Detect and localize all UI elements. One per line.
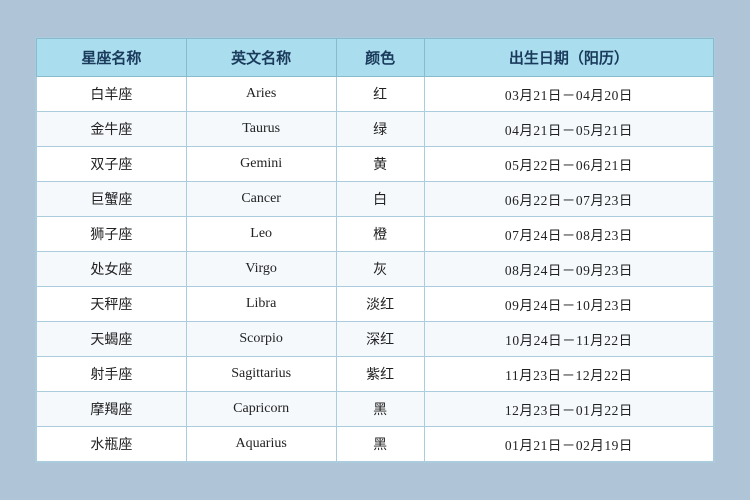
table-row: 双子座Gemini黄05月22日－06月21日 bbox=[37, 147, 714, 182]
table-row: 天蝎座Scorpio深红10月24日－11月22日 bbox=[37, 322, 714, 357]
cell-date: 06月22日－07月23日 bbox=[424, 182, 713, 217]
zodiac-table: 星座名称 英文名称 颜色 出生日期（阳历） 白羊座Aries红03月21日－04… bbox=[36, 38, 714, 462]
cell-chinese-name: 金牛座 bbox=[37, 112, 187, 147]
cell-english-name: Capricorn bbox=[186, 392, 336, 427]
cell-color: 黑 bbox=[336, 392, 424, 427]
cell-date: 07月24日－08月23日 bbox=[424, 217, 713, 252]
table-row: 天秤座Libra淡红09月24日－10月23日 bbox=[37, 287, 714, 322]
table-row: 摩羯座Capricorn黑12月23日－01月22日 bbox=[37, 392, 714, 427]
table-row: 金牛座Taurus绿04月21日－05月21日 bbox=[37, 112, 714, 147]
cell-color: 橙 bbox=[336, 217, 424, 252]
cell-english-name: Cancer bbox=[186, 182, 336, 217]
header-color: 颜色 bbox=[336, 39, 424, 77]
header-chinese-name: 星座名称 bbox=[37, 39, 187, 77]
cell-date: 04月21日－05月21日 bbox=[424, 112, 713, 147]
cell-chinese-name: 处女座 bbox=[37, 252, 187, 287]
cell-date: 03月21日－04月20日 bbox=[424, 77, 713, 112]
cell-date: 05月22日－06月21日 bbox=[424, 147, 713, 182]
cell-chinese-name: 双子座 bbox=[37, 147, 187, 182]
cell-color: 绿 bbox=[336, 112, 424, 147]
table-row: 巨蟹座Cancer白06月22日－07月23日 bbox=[37, 182, 714, 217]
table-header-row: 星座名称 英文名称 颜色 出生日期（阳历） bbox=[37, 39, 714, 77]
cell-english-name: Leo bbox=[186, 217, 336, 252]
cell-color: 红 bbox=[336, 77, 424, 112]
cell-date: 09月24日－10月23日 bbox=[424, 287, 713, 322]
cell-date: 08月24日－09月23日 bbox=[424, 252, 713, 287]
cell-english-name: Libra bbox=[186, 287, 336, 322]
table-row: 狮子座Leo橙07月24日－08月23日 bbox=[37, 217, 714, 252]
cell-date: 10月24日－11月22日 bbox=[424, 322, 713, 357]
header-english-name: 英文名称 bbox=[186, 39, 336, 77]
cell-color: 灰 bbox=[336, 252, 424, 287]
cell-chinese-name: 白羊座 bbox=[37, 77, 187, 112]
table-row: 处女座Virgo灰08月24日－09月23日 bbox=[37, 252, 714, 287]
cell-chinese-name: 天蝎座 bbox=[37, 322, 187, 357]
cell-english-name: Aquarius bbox=[186, 427, 336, 462]
cell-color: 淡红 bbox=[336, 287, 424, 322]
table-body: 白羊座Aries红03月21日－04月20日金牛座Taurus绿04月21日－0… bbox=[37, 77, 714, 462]
table-row: 射手座Sagittarius紫红11月23日－12月22日 bbox=[37, 357, 714, 392]
cell-chinese-name: 摩羯座 bbox=[37, 392, 187, 427]
cell-color: 黑 bbox=[336, 427, 424, 462]
cell-english-name: Sagittarius bbox=[186, 357, 336, 392]
cell-english-name: Gemini bbox=[186, 147, 336, 182]
cell-color: 白 bbox=[336, 182, 424, 217]
cell-chinese-name: 水瓶座 bbox=[37, 427, 187, 462]
cell-color: 紫红 bbox=[336, 357, 424, 392]
cell-english-name: Aries bbox=[186, 77, 336, 112]
cell-color: 黄 bbox=[336, 147, 424, 182]
table-row: 水瓶座Aquarius黑01月21日－02月19日 bbox=[37, 427, 714, 462]
header-date: 出生日期（阳历） bbox=[424, 39, 713, 77]
cell-chinese-name: 射手座 bbox=[37, 357, 187, 392]
zodiac-table-wrapper: 星座名称 英文名称 颜色 出生日期（阳历） 白羊座Aries红03月21日－04… bbox=[35, 37, 715, 463]
cell-chinese-name: 巨蟹座 bbox=[37, 182, 187, 217]
cell-english-name: Virgo bbox=[186, 252, 336, 287]
cell-color: 深红 bbox=[336, 322, 424, 357]
cell-date: 01月21日－02月19日 bbox=[424, 427, 713, 462]
cell-chinese-name: 狮子座 bbox=[37, 217, 187, 252]
cell-chinese-name: 天秤座 bbox=[37, 287, 187, 322]
cell-english-name: Scorpio bbox=[186, 322, 336, 357]
cell-english-name: Taurus bbox=[186, 112, 336, 147]
cell-date: 12月23日－01月22日 bbox=[424, 392, 713, 427]
table-row: 白羊座Aries红03月21日－04月20日 bbox=[37, 77, 714, 112]
cell-date: 11月23日－12月22日 bbox=[424, 357, 713, 392]
